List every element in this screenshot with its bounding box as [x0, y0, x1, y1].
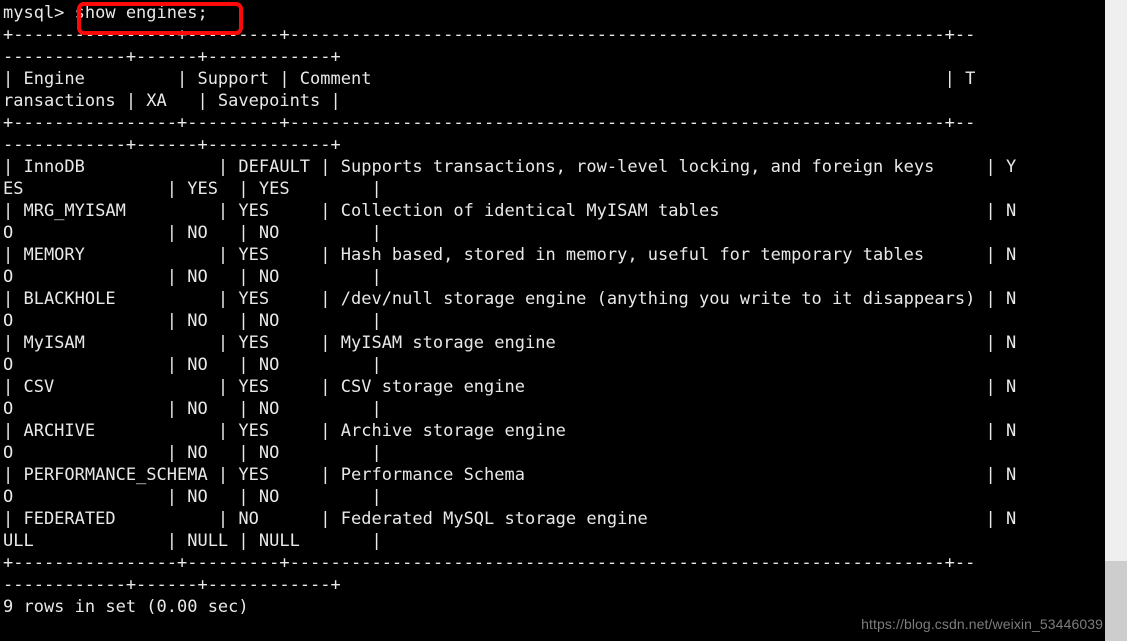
prompt-line: mysql> show engines; [3, 3, 208, 23]
terminal-line: O | NO | NO | [3, 311, 382, 331]
terminal-line: ransactions | XA | Savepoints | [3, 91, 341, 111]
csdn-watermark: https://blog.csdn.net/weixin_53446039 [861, 616, 1103, 632]
terminal-line: +----------------+---------+------------… [3, 113, 976, 133]
terminal-line: | PERFORMANCE_SCHEMA | YES | Performance… [3, 465, 1017, 485]
terminal-line: | MyISAM | YES | MyISAM storage engine |… [3, 333, 1017, 353]
screenshot-root: mysql> show engines; +----------------+--… [0, 0, 1127, 641]
scrollbar-thumb[interactable] [1105, 561, 1127, 641]
terminal-line: ULL | NULL | NULL | [3, 531, 382, 551]
terminal-line: O | NO | NO | [3, 223, 382, 243]
terminal-line: | InnoDB | DEFAULT | Supports transactio… [3, 157, 1017, 177]
terminal-line: | BLACKHOLE | YES | /dev/null storage en… [3, 289, 1017, 309]
terminal-line: ------------+------+------------+ [3, 575, 341, 595]
terminal-line: | MRG_MYISAM | YES | Collection of ident… [3, 201, 1017, 221]
terminal-output: mysql> show engines; +----------------+--… [3, 2, 1105, 618]
terminal-line: ES | YES | YES | [3, 179, 382, 199]
terminal-window[interactable]: mysql> show engines; +----------------+--… [0, 0, 1105, 641]
terminal-line: | FEDERATED | NO | Federated MySQL stora… [3, 509, 1017, 529]
terminal-line: O | NO | NO | [3, 443, 382, 463]
terminal-line: ------------+------+------------+ [3, 135, 341, 155]
terminal-line: | Engine | Support | Comment | T [3, 69, 976, 89]
terminal-line: O | NO | NO | [3, 399, 382, 419]
page-gutter [1105, 0, 1127, 641]
terminal-line: ------------+------+------------+ [3, 47, 341, 67]
terminal-line: +----------------+---------+------------… [3, 25, 976, 45]
terminal-line: | MEMORY | YES | Hash based, stored in m… [3, 245, 1017, 265]
terminal-line: O | NO | NO | [3, 355, 382, 375]
terminal-line: O | NO | NO | [3, 267, 382, 287]
terminal-line: +----------------+---------+------------… [3, 553, 976, 573]
terminal-line: | CSV | YES | CSV storage engine | N [3, 377, 1017, 397]
terminal-line: | ARCHIVE | YES | Archive storage engine… [3, 421, 1017, 441]
terminal-line: 9 rows in set (0.00 sec) [3, 597, 249, 617]
terminal-line: O | NO | NO | [3, 487, 382, 507]
